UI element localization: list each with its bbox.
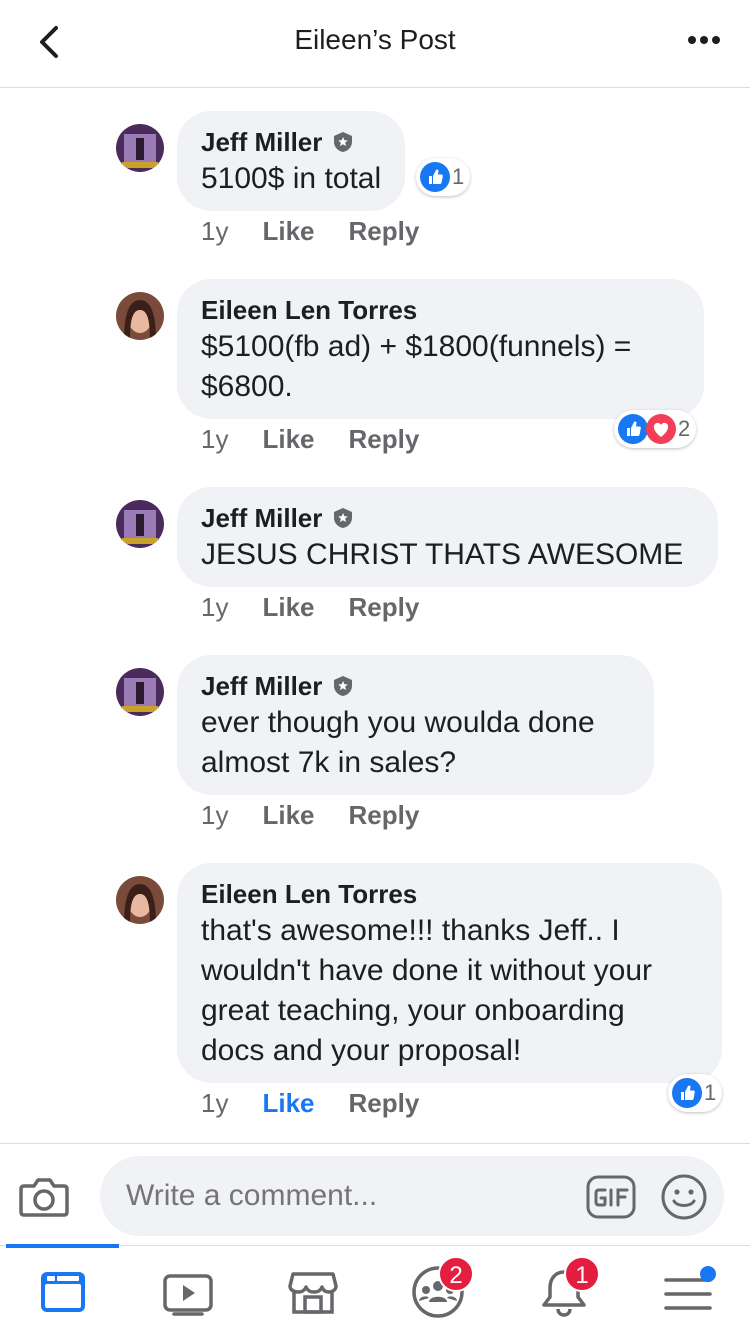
- like-reaction-icon: [672, 1078, 702, 1108]
- like-button[interactable]: Like: [262, 216, 314, 247]
- comment-text: $5100(fb ad) + $1800(funnels) =: [201, 330, 632, 363]
- comment-meta: 1y Like Reply: [201, 592, 419, 623]
- comment-bubble: Eileen Len Torres that's awesome!!! than…: [177, 863, 722, 1083]
- bottom-tab-bar: 2 1: [0, 1244, 750, 1334]
- love-reaction-icon: [646, 414, 676, 444]
- page-title: Eileen’s Post: [294, 24, 456, 55]
- camera-icon[interactable]: [18, 1172, 70, 1220]
- gif-icon[interactable]: [586, 1175, 636, 1219]
- comment-meta: 1y Like Reply: [201, 1088, 419, 1119]
- tab-menu[interactable]: [660, 1264, 716, 1320]
- more-options-icon[interactable]: [684, 28, 724, 52]
- reply-button[interactable]: Reply: [349, 216, 420, 247]
- reply-button[interactable]: Reply: [349, 424, 420, 455]
- comment-text: wouldn't have done it without your: [201, 954, 653, 987]
- news-feed-icon: [41, 1272, 85, 1312]
- reaction-count: 2: [678, 416, 691, 441]
- comment-meta: 1y Like Reply: [201, 800, 419, 831]
- avatar[interactable]: [116, 876, 164, 924]
- comment-text: ever though you woulda done: [201, 706, 595, 739]
- reply-button[interactable]: Reply: [349, 800, 420, 831]
- comment-bubble: Eileen Len Torres $5100(fb ad) + $1800(f…: [177, 279, 704, 419]
- shield-badge-icon: [334, 508, 353, 528]
- reply-button[interactable]: Reply: [349, 1088, 420, 1119]
- avatar[interactable]: [116, 124, 164, 172]
- comment-time: 1y: [201, 1088, 229, 1118]
- comment-author[interactable]: Jeff Miller: [201, 501, 322, 535]
- like-reaction-icon: [420, 162, 450, 192]
- comment-meta: 1y Like Reply: [201, 424, 419, 455]
- comment-text: docs and your proposal!: [201, 1034, 522, 1067]
- active-tab-indicator: [6, 1244, 119, 1248]
- comment-time: 1y: [201, 216, 229, 246]
- comment-meta: 1y Like Reply: [201, 216, 419, 247]
- like-button[interactable]: Like: [262, 424, 314, 455]
- reaction-summary[interactable]: 1: [668, 1074, 723, 1112]
- comment-bubble: Jeff Miller JESUS CHRIST THATS AWESOME: [177, 487, 718, 587]
- avatar[interactable]: [116, 668, 164, 716]
- reaction-count: 1: [704, 1080, 717, 1105]
- like-button[interactable]: Like: [262, 800, 314, 831]
- tab-groups[interactable]: 2: [410, 1256, 474, 1320]
- reaction-summary[interactable]: 1: [416, 158, 471, 196]
- comment-text: that's awesome!!! thanks Jeff.. I: [201, 914, 620, 947]
- like-button-active[interactable]: Like: [262, 1088, 314, 1119]
- comment-time: 1y: [201, 800, 229, 830]
- comment-author[interactable]: Jeff Miller: [201, 669, 322, 703]
- groups-badge: 2: [438, 1256, 474, 1292]
- comment-text: almost 7k in sales?: [201, 746, 457, 779]
- marketplace-icon: [288, 1272, 338, 1314]
- emoji-icon[interactable]: [660, 1173, 708, 1221]
- reply-button[interactable]: Reply: [349, 592, 420, 623]
- comment-bubble: Jeff Miller 5100$ in total: [177, 111, 406, 211]
- comment-text: $6800.: [201, 370, 293, 403]
- post-header: Eileen’s Post: [0, 0, 750, 88]
- comment-time: 1y: [201, 592, 229, 622]
- like-button[interactable]: Like: [262, 592, 314, 623]
- comment-author[interactable]: Jeff Miller: [201, 125, 322, 159]
- tab-news-feed[interactable]: [35, 1264, 91, 1320]
- comment-text: 5100$ in total: [201, 162, 382, 195]
- menu-dot-badge: [700, 1266, 716, 1282]
- comment-text: JESUS CHRIST THATS AWESOME: [201, 538, 684, 571]
- comment-composer: [0, 1143, 750, 1245]
- tab-marketplace[interactable]: [285, 1264, 341, 1320]
- notifications-badge: 1: [564, 1256, 600, 1292]
- comment-author[interactable]: Eileen Len Torres: [201, 293, 417, 327]
- comment-time: 1y: [201, 424, 229, 454]
- tab-watch[interactable]: [160, 1264, 216, 1320]
- comment-bubble: Jeff Miller ever though you woulda done …: [177, 655, 654, 795]
- avatar[interactable]: [116, 292, 164, 340]
- tab-notifications[interactable]: 1: [536, 1256, 600, 1320]
- like-reaction-icon: [618, 414, 648, 444]
- reaction-count: 1: [452, 164, 465, 189]
- reaction-summary[interactable]: 2: [614, 410, 697, 448]
- watch-icon: [163, 1274, 213, 1316]
- shield-badge-icon: [334, 676, 353, 696]
- avatar[interactable]: [116, 500, 164, 548]
- comment-author[interactable]: Eileen Len Torres: [201, 877, 417, 911]
- shield-badge-icon: [334, 132, 353, 152]
- comment-text: great teaching, your onboarding: [201, 994, 625, 1027]
